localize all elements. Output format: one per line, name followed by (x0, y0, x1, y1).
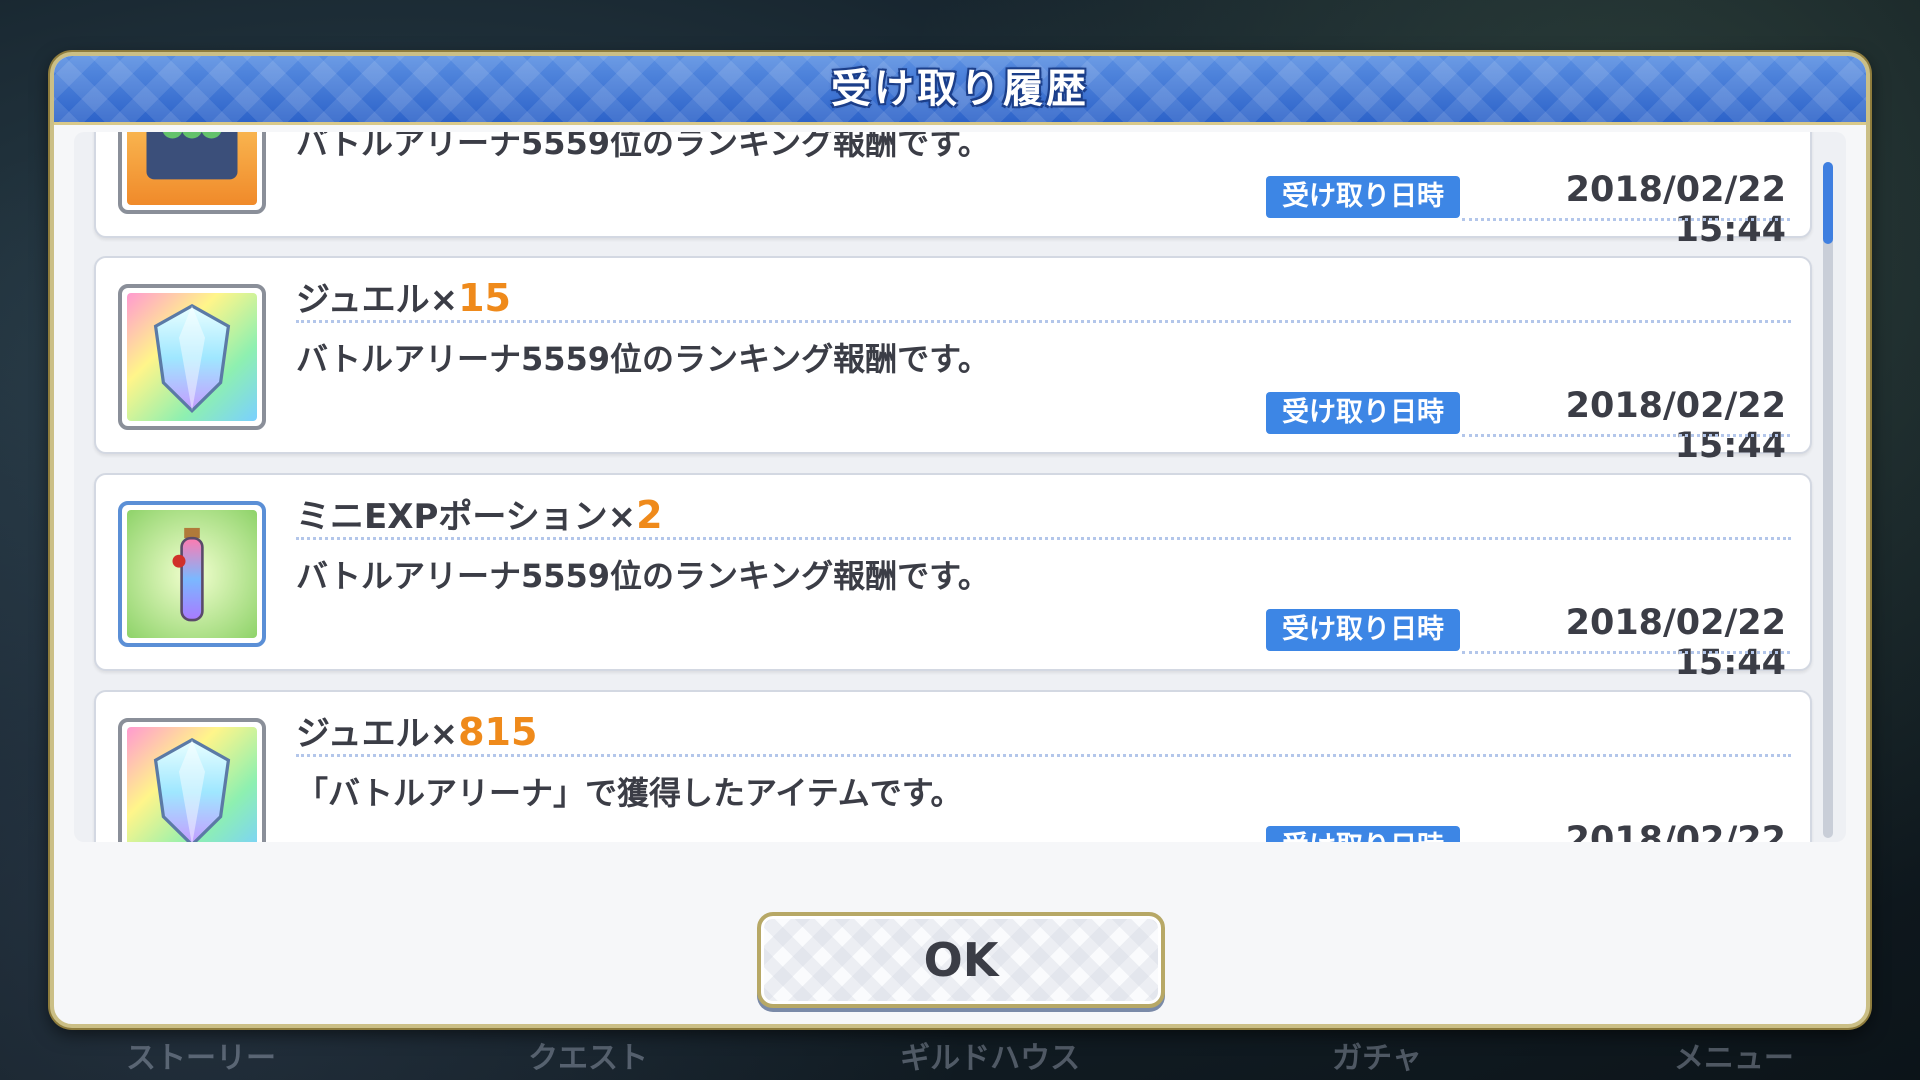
item-description: バトルアリーナ5559位のランキング報酬です。 (296, 340, 990, 378)
divider (296, 754, 1791, 757)
dialog-title: 受け取り履歴 (831, 66, 1089, 112)
item-quantity: 2 (636, 493, 663, 537)
item-name: ジュエル×15 (296, 276, 511, 320)
nav-menu: メニュー (1673, 1041, 1794, 1076)
divider (296, 537, 1791, 540)
scrollbar-thumb[interactable] (1823, 162, 1833, 244)
item-name: ジュエル×815 (296, 710, 538, 754)
ok-button[interactable]: OK (757, 912, 1165, 1008)
item-icon-frame (118, 132, 266, 214)
item-quantity: 815 (458, 710, 538, 754)
item-icon-frame (118, 284, 266, 430)
divider (1462, 651, 1790, 654)
history-list[interactable]: バトルアリーナ5559位のランキング報酬です。 受け取り日時 2018/02/2… (74, 132, 1846, 842)
ok-button-label: OK (923, 933, 999, 987)
history-dialog: 受け取り履歴 バトルアリーナ5559位のランキング報酬です。 受け取り日時 20… (50, 52, 1870, 1028)
nav-quest: クエスト (528, 1041, 649, 1076)
received-at-date: 2018/02/22 15:44 (1565, 603, 1786, 683)
scrollbar[interactable] (1823, 162, 1833, 838)
history-item: ジュエル×815 「バトルアリーナ」で獲得したアイテムです。 受け取り日時 20… (94, 690, 1812, 842)
divider (1462, 218, 1790, 221)
background-nav: ストーリー クエスト ギルドハウス ガチャ メニュー (0, 1030, 1920, 1080)
received-at-date: 2018/02/22 15:11 (1565, 820, 1786, 842)
mana-bag-icon (127, 132, 257, 205)
item-description: バトルアリーナ5559位のランキング報酬です。 (296, 132, 990, 162)
divider (1462, 434, 1790, 437)
received-at-badge: 受け取り日時 (1266, 826, 1460, 842)
nav-story: ストーリー (126, 1041, 277, 1076)
item-name: ミニEXPポーション×2 (296, 493, 663, 537)
dialog-title-bar: 受け取り履歴 (54, 56, 1866, 125)
received-at-badge: 受け取り日時 (1266, 176, 1460, 218)
received-at-date: 2018/02/22 15:44 (1565, 386, 1786, 466)
jewel-icon (127, 293, 257, 421)
item-description: バトルアリーナ5559位のランキング報酬です。 (296, 557, 990, 595)
received-at-badge: 受け取り日時 (1266, 609, 1460, 651)
history-item: ミニEXPポーション×2 バトルアリーナ5559位のランキング報酬です。 受け取… (94, 473, 1812, 683)
jewel-icon (127, 727, 257, 842)
nav-guildhouse: ギルドハウス (900, 1041, 1081, 1076)
received-at-date: 2018/02/22 15:44 (1565, 170, 1786, 250)
item-quantity: 15 (458, 276, 511, 320)
exp-potion-icon (127, 510, 257, 638)
received-at-badge: 受け取り日時 (1266, 392, 1460, 434)
item-icon-frame (118, 718, 266, 842)
item-description: 「バトルアリーナ」で獲得したアイテムです。 (296, 774, 963, 812)
divider (296, 320, 1791, 323)
history-item: バトルアリーナ5559位のランキング報酬です。 受け取り日時 2018/02/2… (94, 132, 1812, 250)
nav-gacha: ガチャ (1332, 1041, 1422, 1076)
item-icon-frame (118, 501, 266, 647)
history-item: ジュエル×15 バトルアリーナ5559位のランキング報酬です。 受け取り日時 2… (94, 256, 1812, 466)
